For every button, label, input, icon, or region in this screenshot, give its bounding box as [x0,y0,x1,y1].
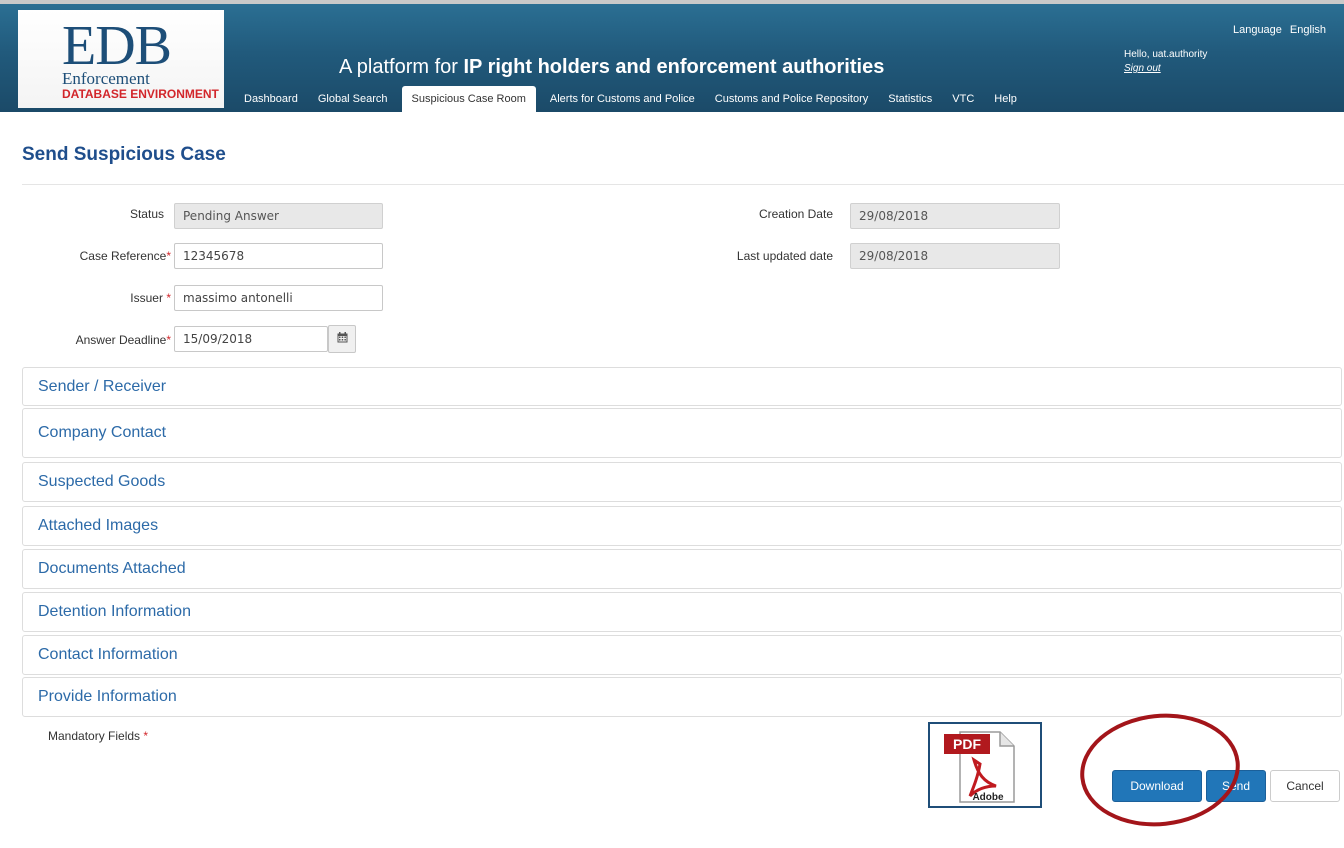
last-updated-label: Last updated date [736,249,833,263]
logo-environment: DATABASE ENVIRONMENT [62,87,219,101]
tagline-bold: IP right holders and enforcement authori… [463,56,885,78]
logo-title: EDB [62,15,172,77]
edb-logo[interactable]: EDB Enforcement DATABASE ENVIRONMENT [18,10,224,108]
sign-out-link[interactable]: Sign out [1124,62,1207,76]
section-suspected-goods[interactable]: Suspected Goods [22,462,1342,502]
calendar-icon [337,332,348,346]
required-marker: * [166,291,171,305]
cancel-button[interactable]: Cancel [1270,770,1340,802]
nav-suspicious-case-room[interactable]: Suspicious Case Room [401,86,536,112]
section-title: Sender / Receiver [38,377,167,395]
case-reference-label: Case Reference* [79,249,171,263]
section-title: Attached Images [38,517,159,534]
section-documents-attached[interactable]: Documents Attached [22,549,1342,589]
status-field: Pending Answer [174,203,383,229]
page-title: Send Suspicious Case [22,144,226,165]
status-label: Status [129,207,164,221]
nav-dashboard[interactable]: Dashboard [234,86,308,112]
answer-deadline-input[interactable]: 15/09/2018 [174,326,328,352]
user-info: Hello, uat.authority Sign out [1124,48,1207,76]
section-company-contact[interactable]: Company Contact [22,408,1342,458]
nav-statistics[interactable]: Statistics [878,86,942,112]
last-updated-field: 29/08/2018 [850,243,1060,269]
creation-date-label: Creation Date [758,207,833,221]
required-marker: * [166,249,171,263]
issuer-input[interactable]: massimo antonelli [174,285,383,311]
language-selector[interactable]: Language English [1233,24,1326,36]
mandatory-fields-note: Mandatory Fields * [48,729,149,743]
required-marker: * [143,729,149,743]
section-title: Detention Information [38,603,191,620]
section-title: Suspected Goods [38,473,166,490]
calendar-button[interactable] [328,325,356,353]
language-value[interactable]: English [1290,24,1326,36]
platform-tagline: A platform for IP right holders and enfo… [339,56,884,79]
section-title: Company Contact [38,424,167,441]
user-greeting: Hello, uat.authority [1124,49,1208,60]
main-nav: Dashboard Global Search Suspicious Case … [234,86,1027,112]
case-reference-input[interactable]: 12345678 [174,243,383,269]
section-attached-images[interactable]: Attached Images [22,506,1342,546]
pdf-brand: Adobe [972,792,1004,803]
section-title: Contact Information [38,646,178,663]
title-divider [22,184,1344,185]
highlight-annotation [1074,705,1246,835]
section-sender-receiver[interactable]: Sender / Receiver [22,367,1342,406]
nav-global-search[interactable]: Global Search [308,86,398,112]
nav-help[interactable]: Help [984,86,1027,112]
nav-repository[interactable]: Customs and Police Repository [705,86,878,112]
tagline-prefix: A platform for [339,56,464,78]
issuer-label: Issuer * [130,291,171,305]
required-marker: * [166,333,171,347]
answer-deadline-label: Answer Deadline* [75,333,171,347]
creation-date-field: 29/08/2018 [850,203,1060,229]
nav-alerts[interactable]: Alerts for Customs and Police [540,86,705,112]
nav-vtc[interactable]: VTC [942,86,984,112]
section-detention-information[interactable]: Detention Information [22,592,1342,632]
section-contact-information[interactable]: Contact Information [22,635,1342,675]
section-title: Documents Attached [38,560,186,577]
language-label: Language [1232,24,1282,36]
section-title: Provide Information [38,688,177,705]
section-provide-information[interactable]: Provide Information [22,677,1342,717]
pdf-document-icon[interactable]: PDF Adobe [928,722,1042,808]
pdf-badge: PDF [953,736,981,752]
app-header: EDB Enforcement DATABASE ENVIRONMENT A p… [0,0,1344,112]
